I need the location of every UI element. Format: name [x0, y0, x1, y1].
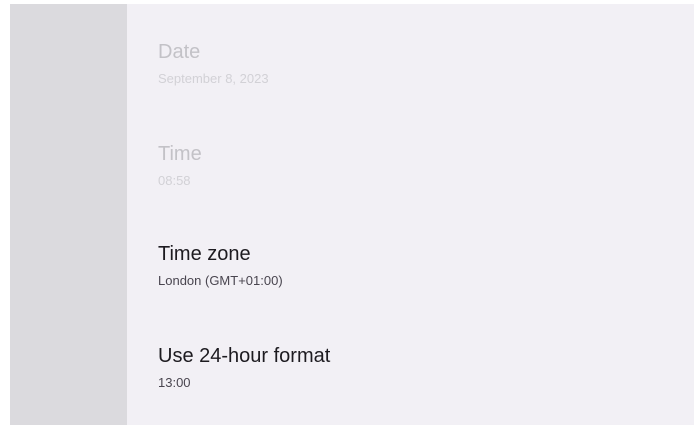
- use-24-hour-format-example: 13:00: [158, 375, 191, 390]
- date-setting-title: Date: [158, 41, 201, 63]
- use-24-hour-format-setting[interactable]: Use 24-hour format 13:00: [158, 344, 694, 424]
- time-zone-setting-value: London (GMT+01:00): [158, 273, 283, 288]
- time-setting[interactable]: Time 08:58: [158, 142, 694, 222]
- settings-list: Date September 8, 2023 Time 08:58 Time z…: [127, 4, 694, 425]
- date-time-settings-screen: Date September 8, 2023 Time 08:58 Time z…: [10, 4, 694, 425]
- time-zone-setting-title: Time zone: [158, 243, 251, 265]
- use-24-hour-format-title: Use 24-hour format: [158, 345, 331, 367]
- time-zone-setting[interactable]: Time zone London (GMT+01:00): [158, 242, 694, 322]
- navigation-rail: [10, 4, 127, 425]
- time-setting-value: 08:58: [158, 173, 191, 188]
- time-setting-title: Time: [158, 143, 202, 165]
- date-setting-value: September 8, 2023: [158, 71, 269, 86]
- date-setting[interactable]: Date September 8, 2023: [158, 40, 694, 120]
